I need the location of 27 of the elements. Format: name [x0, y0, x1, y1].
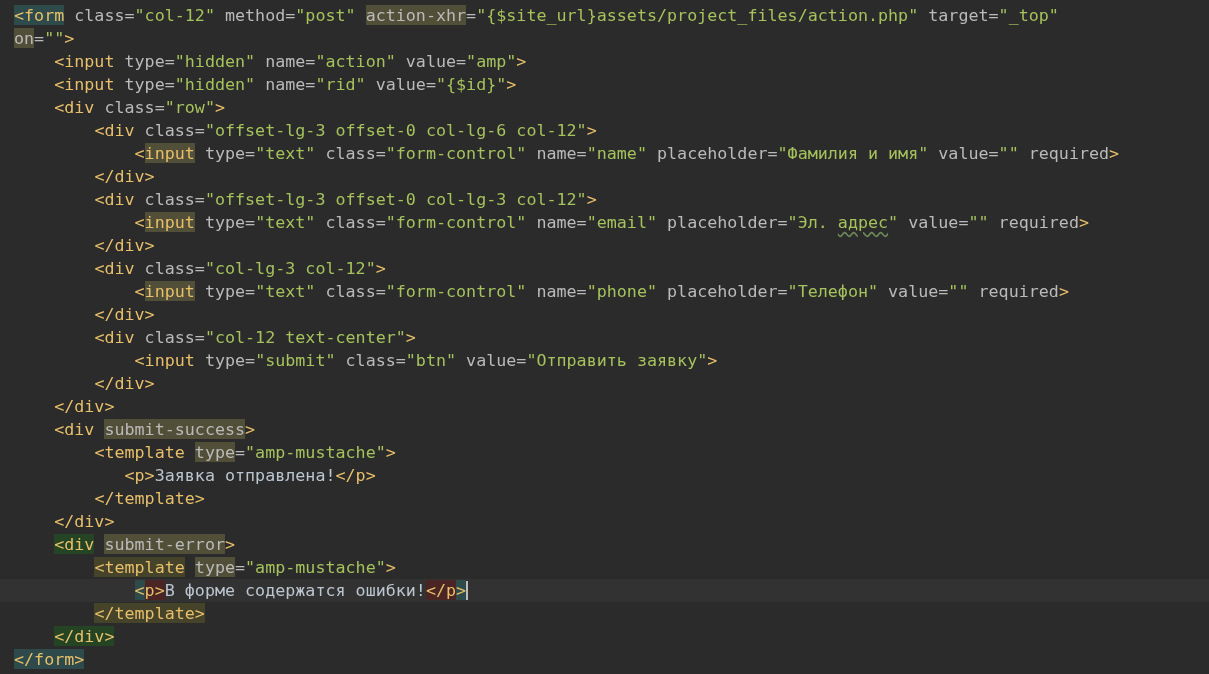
code-line: <div class="col-lg-3 col-12"> [93, 257, 386, 280]
code-line: </div> [93, 234, 155, 257]
code-line: <div class="offset-lg-3 offset-0 col-lg-3 col-12"> [93, 188, 597, 211]
code-line: <input type="hidden" name="rid" value="{$id}"> [53, 73, 517, 96]
code-line: </div> [53, 510, 115, 533]
code-line: <input type="text" class="form-control" name="email" placeholder="Эл. адрес" value="" required> [133, 211, 1089, 234]
code-line: <input type="hidden" name="action" value="amp"> [53, 50, 527, 73]
code-line: </template> [93, 487, 205, 510]
code-line: <div class="row"> [53, 96, 225, 119]
code-line: <div class="offset-lg-3 offset-0 col-lg-6 col-12"> [93, 119, 597, 142]
code-line: <div class="col-12 text-center"> [93, 326, 416, 349]
code-line: on=""> [14, 27, 75, 50]
code-line: <input type="submit" class="btn" value="Отправить заявку"> [133, 349, 718, 372]
code-line: <div submit-success> [53, 418, 256, 441]
text-cursor [466, 581, 469, 600]
code-line: </div> [93, 165, 155, 188]
code-line: <p>В форме содержатся ошибки!</p> [133, 579, 467, 602]
code-line: <input type="text" class="form-control" name="name" placeholder="Фамилия и имя" value="" required> [133, 142, 1120, 165]
code-line: </div> [53, 395, 115, 418]
code-line: <div submit-error> [53, 533, 236, 556]
code-line: <template type="amp-mustache"> [93, 556, 396, 579]
code-line: <template type="amp-mustache"> [93, 441, 396, 464]
code-line: <input type="text" class="form-control" name="phone" placeholder="Телефон" value="" required> [133, 280, 1069, 303]
code-line: </div> [93, 303, 155, 326]
code-line: <form class="col-12" method="post" action-xhr="{$site_url}assets/project_files/action.php" target="_top" [14, 4, 1059, 27]
code-line: <p>Заявка отправлена!</p> [123, 464, 376, 487]
code-line: </div> [93, 372, 155, 395]
